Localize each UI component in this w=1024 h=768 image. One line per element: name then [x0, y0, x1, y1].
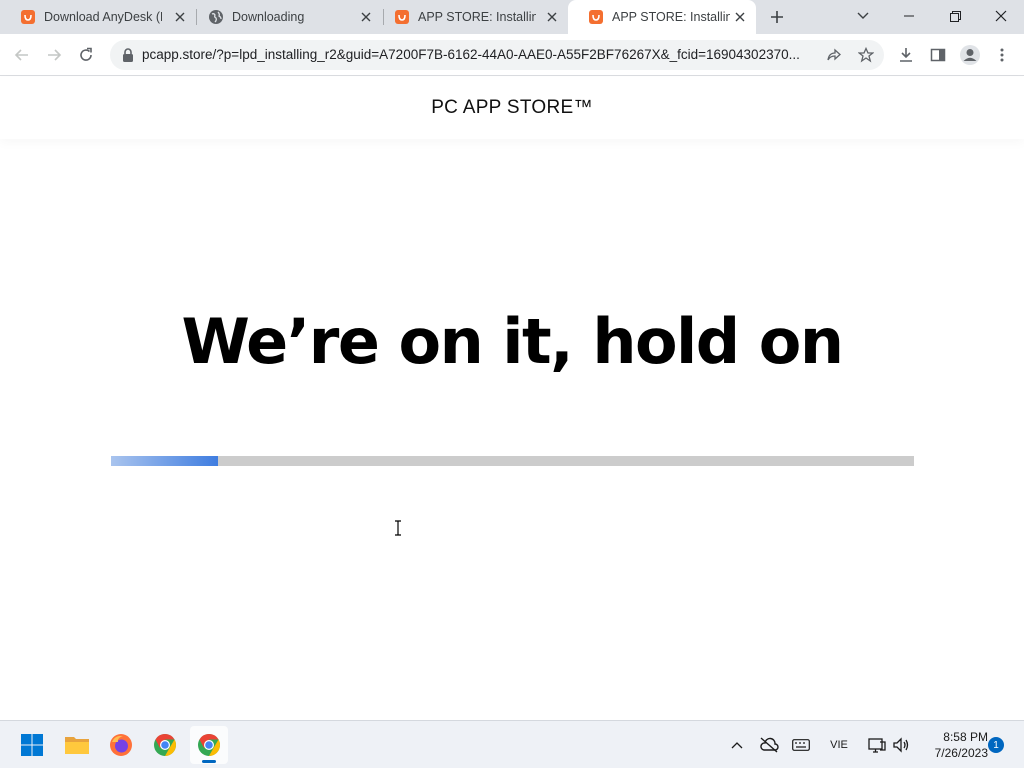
close-tab-icon[interactable] — [358, 9, 374, 25]
shopping-bag-icon — [20, 9, 36, 25]
close-tab-icon[interactable] — [732, 9, 748, 25]
tab-strip: Download AnyDesk (Pc Downloading APP STO… — [0, 0, 1024, 34]
side-panel-button[interactable] — [926, 43, 950, 67]
text-cursor-icon — [395, 520, 401, 536]
chevron-down-icon — [857, 12, 869, 19]
avatar-icon — [960, 45, 980, 65]
language-indicator[interactable]: VIE — [824, 733, 854, 757]
speaker-icon — [893, 737, 909, 753]
page-headline: We’re on it, hold on — [181, 305, 844, 378]
taskbar-chrome[interactable] — [146, 726, 184, 764]
taskbar: VIE 8:58 PM 7/26/2023 1 — [0, 720, 1024, 768]
system-clock[interactable]: 8:58 PM 7/26/2023 — [918, 729, 988, 761]
arrow-right-icon — [48, 49, 62, 61]
profile-button[interactable] — [958, 43, 982, 67]
more-vert-icon — [1000, 48, 1004, 62]
web-page: PC APP STORE™ We’re on it, hold on — [0, 77, 1024, 720]
arrow-left-icon — [14, 49, 28, 61]
windows-logo-icon — [21, 734, 43, 756]
browser-toolbar: pcapp.store/?p=lpd_installing_r2&guid=A7… — [0, 34, 1024, 76]
keyboard-tray[interactable] — [790, 733, 812, 757]
reload-button[interactable] — [72, 41, 100, 69]
taskbar-file-explorer[interactable] — [58, 726, 96, 764]
tab-app-store-installing-active[interactable]: APP STORE: Installing — [568, 0, 756, 34]
restore-button[interactable] — [932, 0, 978, 32]
progress-bar-fill — [111, 456, 218, 466]
taskbar-chrome-active[interactable] — [190, 726, 228, 764]
bookmark-star-icon[interactable] — [856, 45, 876, 65]
tab-app-store-installing[interactable]: APP STORE: Installing — [374, 0, 568, 34]
forward-button[interactable] — [40, 41, 68, 69]
address-bar[interactable]: pcapp.store/?p=lpd_installing_r2&guid=A7… — [110, 40, 884, 70]
download-icon — [900, 48, 912, 62]
clock-date: 7/26/2023 — [934, 746, 988, 760]
plus-icon — [771, 11, 783, 23]
side-panel-icon — [930, 48, 946, 62]
downloads-button[interactable] — [894, 43, 918, 67]
close-tab-icon[interactable] — [544, 9, 560, 25]
tab-title: APP STORE: Installing — [612, 10, 730, 24]
start-button[interactable] — [13, 726, 51, 764]
tab-title: APP STORE: Installing — [418, 10, 536, 24]
reload-icon — [80, 47, 92, 61]
menu-button[interactable] — [990, 43, 1014, 67]
close-tab-icon[interactable] — [172, 9, 188, 25]
taskbar-firefox[interactable] — [102, 726, 140, 764]
clock-time: 8:58 PM — [943, 730, 988, 744]
shopping-bag-icon — [394, 9, 410, 25]
globe-icon — [208, 9, 224, 25]
minimize-button[interactable] — [886, 0, 932, 32]
new-tab-button[interactable] — [765, 5, 789, 29]
notification-badge[interactable]: 1 — [988, 737, 1004, 753]
tab-download-anydesk[interactable]: Download AnyDesk (Pc — [0, 0, 196, 34]
tab-title: Download AnyDesk (Pc — [44, 10, 162, 24]
keyboard-icon — [792, 739, 810, 751]
screen: Download AnyDesk (Pc Downloading APP STO… — [0, 0, 1024, 768]
tab-search-button[interactable] — [840, 0, 886, 32]
chrome-icon — [154, 734, 176, 756]
close-window-button[interactable] — [978, 0, 1024, 32]
url-text[interactable]: pcapp.store/?p=lpd_installing_r2&guid=A7… — [142, 40, 822, 70]
progress-bar — [111, 456, 914, 466]
show-hidden-icons-button[interactable] — [728, 733, 746, 757]
minimize-icon — [904, 15, 914, 17]
site-header: PC APP STORE™ — [0, 77, 1024, 139]
active-app-indicator — [202, 760, 216, 763]
network-icon — [868, 738, 886, 753]
tab-title: Downloading — [232, 10, 305, 24]
chrome-icon — [198, 734, 220, 756]
cloud-off-icon — [760, 737, 779, 753]
chevron-up-icon — [731, 742, 743, 749]
close-icon — [995, 10, 1007, 22]
back-button[interactable] — [8, 41, 36, 69]
volume-tray[interactable] — [890, 733, 912, 757]
network-tray[interactable] — [866, 733, 888, 757]
tab-downloading[interactable]: Downloading — [188, 0, 382, 34]
folder-icon — [65, 737, 89, 754]
site-brand[interactable]: PC APP STORE™ — [431, 97, 593, 119]
lock-icon[interactable] — [120, 47, 136, 63]
shopping-bag-icon — [588, 9, 604, 25]
onedrive-tray[interactable] — [758, 733, 780, 757]
firefox-icon — [110, 734, 132, 756]
restore-icon — [949, 10, 961, 22]
share-icon[interactable] — [824, 45, 844, 65]
